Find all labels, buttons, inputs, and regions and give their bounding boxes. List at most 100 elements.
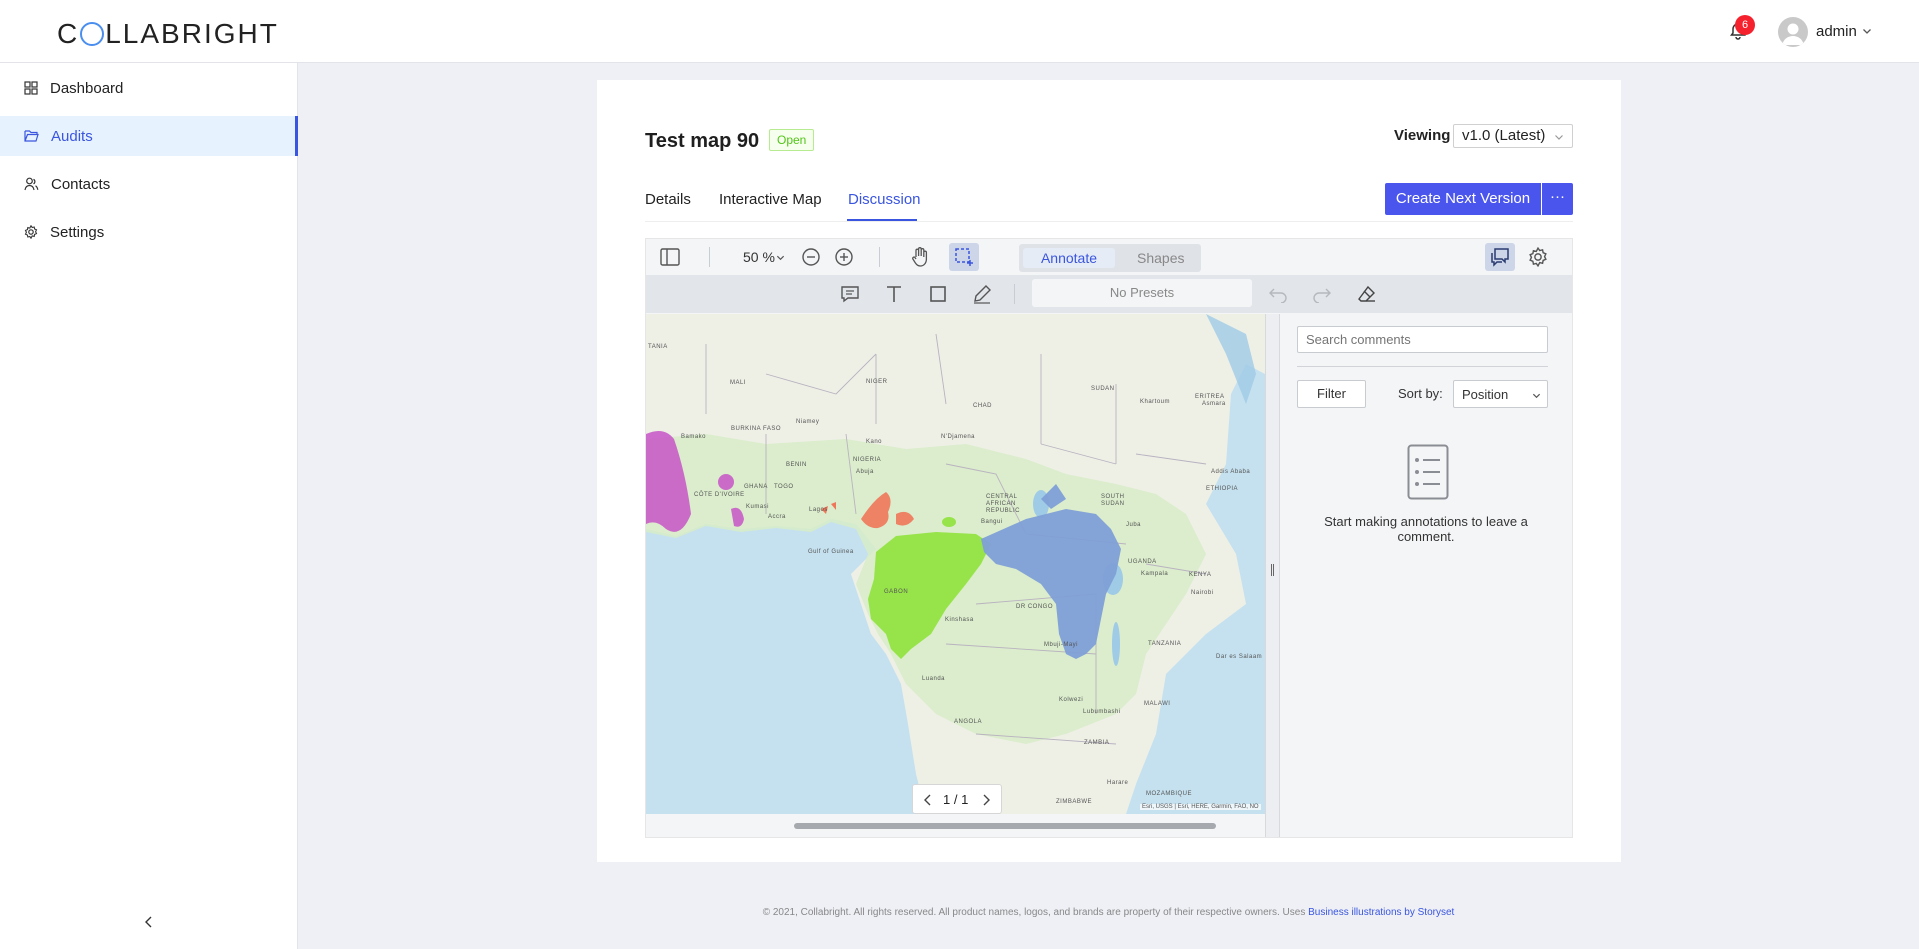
text-icon[interactable] bbox=[884, 284, 904, 304]
map-label: Accra bbox=[768, 514, 786, 520]
version-select[interactable]: v1.0 (Latest) bbox=[1453, 124, 1573, 148]
filter-button[interactable]: Filter bbox=[1297, 380, 1366, 408]
chevron-left-icon[interactable] bbox=[923, 794, 933, 806]
map-label: Kano bbox=[866, 439, 883, 445]
map-label: Niamey bbox=[796, 419, 820, 425]
chevron-down-icon bbox=[1532, 393, 1541, 399]
grid-icon bbox=[24, 81, 38, 95]
comments-panel-icon[interactable] bbox=[1490, 247, 1510, 267]
map-label: Khartoum bbox=[1140, 399, 1171, 405]
storyset-link[interactable]: Business illustrations by Storyset bbox=[1308, 907, 1454, 918]
rectangle-icon[interactable] bbox=[928, 284, 948, 304]
collabright-logo[interactable]: C LLABRIGHT bbox=[57, 18, 279, 50]
map-label: TOGO bbox=[774, 484, 794, 490]
pan-hand-icon[interactable] bbox=[910, 246, 930, 268]
logo-circle-icon bbox=[80, 22, 105, 46]
map-label: Bangui bbox=[981, 519, 1003, 525]
map-label: SUDAN bbox=[1091, 386, 1115, 392]
map-label: Nairobi bbox=[1191, 590, 1214, 596]
comments-panel: Filter Sort by: Position Start making an… bbox=[1280, 314, 1572, 837]
sidebar-item-audits[interactable]: Audits bbox=[0, 116, 298, 156]
mode-shapes[interactable]: Shapes bbox=[1137, 248, 1184, 268]
footer: © 2021, Collabright. All rights reserved… bbox=[0, 907, 1919, 918]
map-attribution: Esri, USGS | Esri, HERE, Garmin, FAO, NO bbox=[1140, 804, 1261, 810]
page-title: Test map 90 bbox=[645, 130, 760, 152]
map-label: TANZANIA bbox=[1148, 641, 1182, 647]
map-label: DR CONGO bbox=[1016, 604, 1053, 610]
panel-splitter[interactable] bbox=[1265, 314, 1280, 837]
zoom-out-icon[interactable] bbox=[801, 247, 821, 267]
user-name[interactable]: admin bbox=[1816, 23, 1857, 40]
map-label: Kolwezi bbox=[1059, 697, 1084, 703]
sidebar-item-contacts[interactable]: Contacts bbox=[0, 164, 298, 204]
sidebar: Dashboard Audits Contacts Settings bbox=[0, 63, 298, 949]
avatar[interactable] bbox=[1778, 17, 1808, 47]
map-label: CENTRAL AFRICAN REPUBLIC bbox=[986, 494, 1021, 514]
zoom-in-icon[interactable] bbox=[834, 247, 854, 267]
map-label: Bamako bbox=[681, 434, 707, 440]
mode-annotate[interactable]: Annotate bbox=[1023, 248, 1115, 268]
map-label: Mbuji-Mayi bbox=[1044, 642, 1079, 648]
footer-text: © 2021, Collabright. All rights reserved… bbox=[762, 907, 1309, 918]
sort-by-label: Sort by: bbox=[1398, 386, 1443, 401]
zoom-level[interactable]: 50 % bbox=[743, 249, 775, 265]
map-label: Harare bbox=[1107, 780, 1129, 786]
map-label: CHAD bbox=[973, 403, 993, 409]
map-label: NIGER bbox=[866, 379, 888, 385]
sidebar-item-label: Settings bbox=[50, 223, 105, 241]
more-options-button[interactable]: ··· bbox=[1542, 183, 1573, 215]
horizontal-scrollbar[interactable] bbox=[646, 814, 1265, 837]
map-label: Addis Ababa bbox=[1211, 469, 1251, 475]
map-label: ERITREA bbox=[1195, 394, 1225, 400]
redo-icon[interactable] bbox=[1312, 285, 1332, 303]
chevron-right-icon[interactable] bbox=[981, 794, 991, 806]
sidebar-toggle-icon[interactable] bbox=[660, 248, 680, 266]
create-next-version-button[interactable]: Create Next Version bbox=[1385, 183, 1541, 215]
audit-card: Test map 90 Open Viewing v1.0 (Latest) D… bbox=[597, 80, 1621, 862]
map-label: GABON bbox=[884, 589, 909, 595]
map-label: CÔTE D'IVOIRE bbox=[694, 492, 745, 498]
map-label: BENIN bbox=[786, 462, 807, 468]
map-label: MALAWI bbox=[1144, 701, 1171, 707]
undo-icon[interactable] bbox=[1268, 285, 1288, 303]
presets-field[interactable]: No Presets bbox=[1032, 279, 1252, 307]
sidebar-item-dashboard[interactable]: Dashboard bbox=[0, 68, 298, 108]
status-badge: Open bbox=[769, 129, 815, 151]
sidebar-item-label: Contacts bbox=[51, 175, 111, 193]
map-label: KENYA bbox=[1189, 572, 1212, 578]
chevron-down-icon[interactable] bbox=[1862, 26, 1872, 36]
toolbar-separator bbox=[879, 247, 880, 267]
scrollbar-thumb[interactable] bbox=[794, 823, 1216, 829]
drag-handle-icon bbox=[1271, 564, 1274, 576]
map-label: MALI bbox=[730, 380, 747, 386]
sidebar-item-settings[interactable]: Settings bbox=[0, 212, 298, 252]
annotation-toolbar: No Presets bbox=[646, 275, 1572, 313]
search-comments-input[interactable] bbox=[1297, 326, 1548, 353]
map-label: Juba bbox=[1126, 522, 1142, 528]
pen-icon[interactable] bbox=[972, 284, 992, 304]
chevron-down-icon[interactable] bbox=[776, 253, 785, 262]
map-label: BURKINA FASO bbox=[731, 426, 782, 432]
document-viewer: 50 % Annotate Shapes No Presets TANIA MA… bbox=[645, 238, 1573, 838]
sidebar-item-label: Audits bbox=[51, 127, 93, 145]
page-indicator[interactable]: 1 / 1 bbox=[943, 792, 968, 807]
viewing-label: Viewing bbox=[1394, 127, 1451, 144]
toolbar-separator bbox=[1014, 284, 1015, 304]
eraser-icon[interactable] bbox=[1357, 284, 1377, 304]
tab-details[interactable]: Details bbox=[645, 191, 691, 208]
sort-value: Position bbox=[1462, 387, 1509, 402]
active-tab-indicator bbox=[847, 219, 917, 221]
map-document[interactable]: TANIA MALI NIGER CHAD SUDAN Khartoum ERI… bbox=[646, 314, 1265, 814]
viewer-toolbar: 50 % Annotate Shapes bbox=[646, 239, 1572, 275]
select-area-icon[interactable] bbox=[954, 247, 974, 267]
user-icon bbox=[1782, 23, 1804, 45]
tab-discussion[interactable]: Discussion bbox=[848, 191, 921, 208]
comment-icon[interactable] bbox=[840, 284, 860, 304]
divider bbox=[1297, 366, 1548, 367]
map-label: TANIA bbox=[648, 344, 668, 350]
map-label: UGANDA bbox=[1128, 559, 1157, 565]
sort-select[interactable]: Position bbox=[1453, 380, 1548, 408]
empty-document-icon bbox=[1407, 444, 1449, 500]
gear-icon[interactable] bbox=[1528, 247, 1548, 267]
tab-interactive-map[interactable]: Interactive Map bbox=[719, 191, 822, 208]
